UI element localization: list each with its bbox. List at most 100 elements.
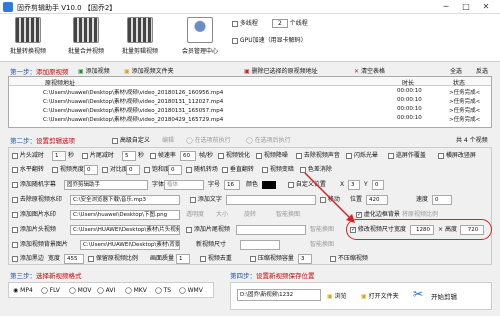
options-row-3: 添加随机字幕 固乔剪辑助手 字体 楷体 字号 16 颜色 自定义位置 X 3 Y… bbox=[0, 178, 500, 191]
format-radio-mov[interactable]: ◯ MOV bbox=[69, 287, 92, 294]
select-all-link[interactable]: 全选 bbox=[450, 66, 462, 75]
brightness-input[interactable]: 0 bbox=[84, 165, 98, 175]
remove-watermark-checkbox[interactable] bbox=[12, 196, 18, 203]
table-row[interactable]: C:\Users\huawei\Desktop\素材\视频\video_2018… bbox=[9, 88, 491, 97]
intro-path-input[interactable]: C:\Users\HUAWEI\Desktop\素材\片头视频 bbox=[70, 225, 180, 235]
start-button[interactable]: 开始剪辑 bbox=[431, 291, 457, 301]
film-icon bbox=[73, 17, 99, 43]
batch-merge-label: 批量合并视频 bbox=[67, 48, 104, 55]
step3-title: 第三步：选择新视频格式 bbox=[10, 272, 82, 280]
batch-edit-label: 批量剪辑视频 bbox=[121, 48, 158, 55]
options-row-7: 添加视频背景图片 C:\Users\HUAWEI\Desktop\素材\背景图 … bbox=[0, 238, 500, 251]
options-row-8: 添加黑边 宽度 455 保留原视频比例 画面质量 1 视频去重 压缩视频容量 3… bbox=[0, 252, 500, 265]
column-header[interactable]: 原视频地址 bbox=[45, 78, 75, 87]
inverse-select-link[interactable]: 反选 bbox=[476, 66, 488, 75]
batch-convert-label: 批量转换视频 bbox=[9, 48, 46, 55]
batch-merge-button[interactable]: 批量合并视频 bbox=[64, 15, 108, 59]
app-logo-icon bbox=[3, 2, 13, 12]
framerate-checkbox[interactable] bbox=[150, 152, 156, 159]
highlight-ellipse bbox=[346, 219, 492, 240]
subtitle-checkbox[interactable] bbox=[12, 181, 18, 188]
format-radio-mp4[interactable]: ◉ MP4 bbox=[13, 287, 33, 294]
member-center-label: 会员管理中心 bbox=[181, 48, 218, 55]
video-table: 原视频地址 时长 状态 C:\Users\huawei\Desktop\素材\视… bbox=[8, 76, 492, 128]
image-watermark-checkbox[interactable] bbox=[12, 211, 18, 218]
output-panel: D:\固乔\新视频\1232 ▣ 浏览 ▣ 打开文件夹 ✂ 开始剪辑 bbox=[230, 282, 492, 310]
options-row-4: 去除原视频水印 C:\安全浏览器下载\音乐.mp3 添加文字 移动 位置 420… bbox=[0, 193, 500, 206]
subtitle-input[interactable]: 固乔剪辑助手 bbox=[64, 180, 148, 190]
member-icon bbox=[187, 17, 213, 43]
highlight-arrow-icon bbox=[304, 172, 355, 223]
film-icon bbox=[15, 17, 41, 43]
intro-video-checkbox[interactable] bbox=[12, 226, 18, 233]
exec-before-radio[interactable]: ◯ 在选项前执行 bbox=[186, 135, 231, 144]
toolbar: 批量转换视频 批量合并视频 批量剪辑视频 会员管理中心 多线程 2 个线程 GP… bbox=[0, 14, 500, 62]
member-center-button[interactable]: 会员管理中心 bbox=[178, 15, 222, 59]
custom-checkbox[interactable] bbox=[112, 137, 118, 144]
gpu-checkbox[interactable] bbox=[232, 37, 238, 44]
step1-title: 第一步：添加原视频 bbox=[10, 68, 69, 76]
table-header: 原视频地址 时长 状态 bbox=[9, 77, 491, 87]
font-select[interactable]: 楷体 bbox=[164, 180, 204, 190]
step2-bar: 第二步：设置剪辑选项 高级自定义 编辑 ◯ 在选项前执行 ◯ 在选项后执行 共 … bbox=[0, 134, 500, 146]
add-folder-button[interactable]: ▣ 添加视频文件夹 bbox=[124, 66, 174, 75]
window-title: 固乔剪辑助手 V10.0 【固乔2】 bbox=[17, 4, 117, 12]
batch-edit-button[interactable]: 批量剪辑视频 bbox=[118, 15, 162, 59]
format-radio-mkv[interactable]: ◯ MKV bbox=[125, 287, 147, 294]
step1-bar: 第一步：添加原视频 ▣ 添加视频 ▣ 添加视频文件夹 ▣ 删除已选择的原视频地址… bbox=[0, 64, 500, 76]
table-row[interactable]: C:\Users\huawei\Desktop\素材\视频\video_2018… bbox=[9, 97, 491, 106]
format-panel: ◉ MP4 ◯ FLV ◯ MOV ◯ AVI ◯ MKV ◯ TS ◯ WMV bbox=[8, 282, 214, 298]
format-radio-wmv[interactable]: ◯ WMV bbox=[179, 287, 203, 294]
add-video-button[interactable]: ▣ 添加视频 bbox=[78, 66, 110, 75]
format-radio-flv[interactable]: ◯ FLV bbox=[41, 287, 60, 294]
gpu-label: GPU加速（用显卡解码） bbox=[239, 37, 307, 44]
trim-start-input[interactable]: 1 bbox=[52, 151, 66, 161]
audio-path-input[interactable]: C:\安全浏览器下载\音乐.mp3 bbox=[70, 195, 180, 205]
thread-count-label: 个线程 bbox=[289, 20, 308, 27]
output-path-input[interactable]: D:\固乔\新视频\1232 bbox=[237, 289, 321, 301]
film-icon bbox=[127, 17, 153, 43]
scissors-icon: ✂ bbox=[412, 287, 424, 301]
format-radio-ts[interactable]: ◯ TS bbox=[155, 287, 171, 294]
contrast-input[interactable]: 0 bbox=[126, 165, 140, 175]
maximize-button[interactable]: □ bbox=[456, 1, 476, 13]
step2-title: 第二步：设置剪辑选项 bbox=[10, 137, 75, 145]
table-body: C:\Users\huawei\Desktop\素材\视频\video_2018… bbox=[9, 87, 491, 127]
table-row[interactable]: C:\Users\huawei\Desktop\素材\视频\video_2018… bbox=[9, 106, 491, 115]
new-size-select[interactable] bbox=[240, 240, 280, 250]
edit-link[interactable]: 编辑 bbox=[162, 135, 174, 144]
column-header[interactable]: 时长 bbox=[402, 78, 414, 87]
table-row[interactable]: C:\Users\huawei\Desktop\素材\视频\video_2018… bbox=[9, 115, 491, 124]
image-path-input[interactable]: C:\Users\huawei\Desktop\下图.png bbox=[70, 210, 180, 220]
clear-table-button[interactable]: ✕ 清空表格 bbox=[354, 66, 385, 75]
bg-image-checkbox[interactable] bbox=[12, 241, 18, 248]
column-header[interactable]: 状态 bbox=[453, 78, 465, 87]
batch-convert-button[interactable]: 批量转换视频 bbox=[6, 15, 50, 59]
saturation-input[interactable]: 0 bbox=[168, 165, 182, 175]
title-bar: 固乔剪辑助手 V10.0 【固乔2】 ─ □ ✕ bbox=[0, 0, 500, 14]
close-button[interactable]: ✕ bbox=[476, 1, 496, 13]
trim-start-checkbox[interactable] bbox=[12, 152, 18, 159]
format-radio-avi[interactable]: ◯ AVI bbox=[97, 287, 115, 294]
video-count: 共 4 个视频 bbox=[456, 137, 488, 144]
browse-button[interactable]: ▣ 浏览 bbox=[327, 291, 347, 300]
exec-after-radio[interactable]: ◯ 在选项后执行 bbox=[246, 135, 291, 144]
hflip-checkbox[interactable] bbox=[12, 166, 18, 173]
trim-end-input[interactable]: 5 bbox=[122, 151, 136, 161]
multithread-checkbox[interactable] bbox=[232, 20, 238, 27]
font-size-input[interactable]: 16 bbox=[224, 180, 240, 190]
color-swatch[interactable] bbox=[262, 181, 276, 189]
trim-end-checkbox[interactable] bbox=[82, 152, 88, 159]
delete-selected-button[interactable]: ▣ 删除已选择的原视频地址 bbox=[244, 66, 318, 75]
thread-count-spinner[interactable]: 2 bbox=[271, 19, 288, 28]
framerate-input[interactable]: 60 bbox=[180, 151, 196, 161]
minimize-button[interactable]: ─ bbox=[436, 1, 456, 13]
outro-path-input[interactable] bbox=[236, 225, 306, 235]
step4-title: 第四步：设置新视频保存位置 bbox=[230, 272, 315, 280]
black-border-checkbox[interactable] bbox=[12, 255, 18, 262]
options-row-1: 片头减时 1 秒 片尾减时 5 秒 帧速率 60 帧/秒 视频锐化 视频降噪 去… bbox=[0, 149, 500, 162]
open-folder-button[interactable]: ▣ 打开文件夹 bbox=[361, 291, 399, 300]
bg-path-input[interactable]: C:\Users\HUAWEI\Desktop\素材\背景图 bbox=[80, 240, 180, 250]
options-row-2: 水平翻转 视频亮度 0 对比度 0 饱和度 0 随机转场 垂直翻转 视频变暗 色… bbox=[0, 163, 500, 176]
multithread-label: 多线程 bbox=[239, 20, 258, 27]
